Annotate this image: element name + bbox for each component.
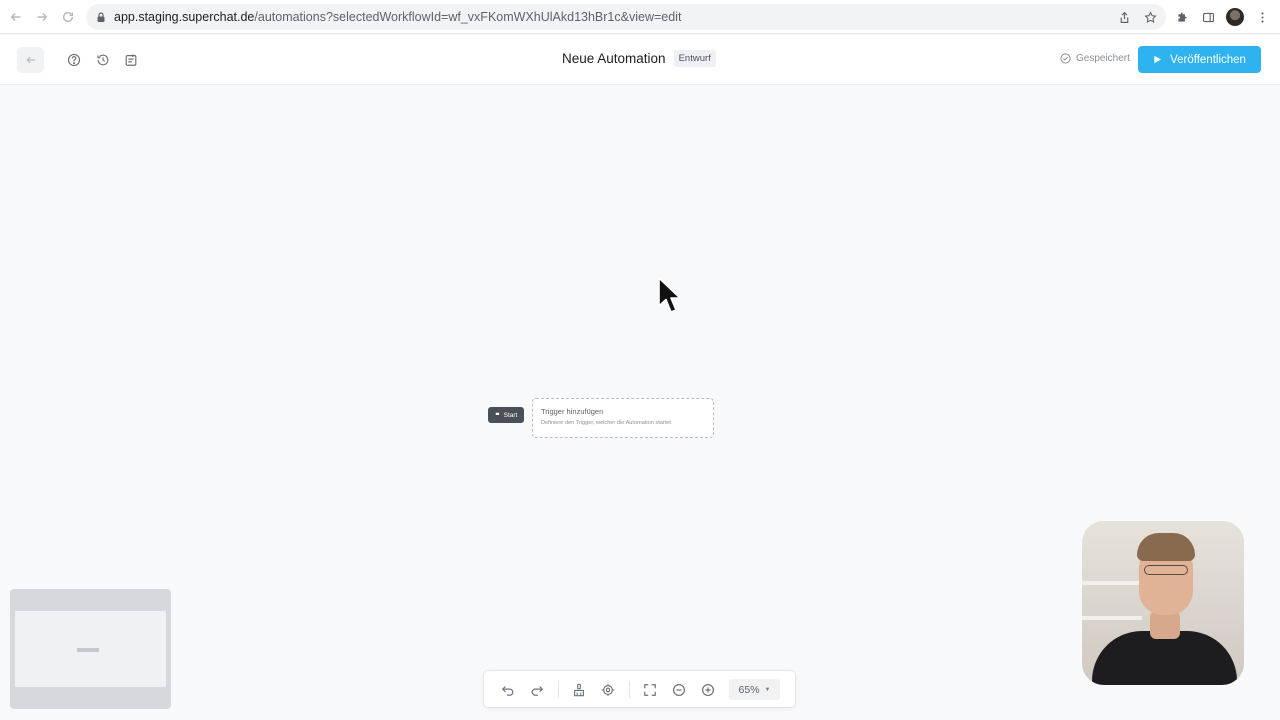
flag-icon <box>495 412 500 418</box>
lock-icon <box>95 11 107 23</box>
share-icon[interactable] <box>1116 9 1132 25</box>
app-header: Neue Automation Entwurf Gespeichert Verö… <box>0 35 1280 85</box>
browser-toolbar: app.staging.superchat.de/automations?sel… <box>0 0 1280 34</box>
url-text: app.staging.superchat.de/automations?sel… <box>114 10 681 24</box>
redo-icon[interactable] <box>529 682 544 697</box>
zoom-level-select[interactable]: 65% ▼ <box>729 679 780 700</box>
toolbar-divider <box>629 681 630 698</box>
browser-back-icon[interactable] <box>3 4 29 30</box>
webcam-shelf <box>1082 581 1142 585</box>
history-icon[interactable] <box>94 51 111 68</box>
center-target-icon[interactable] <box>600 682 615 697</box>
webcam-shelf <box>1082 616 1142 620</box>
undo-icon[interactable] <box>500 682 515 697</box>
minimap[interactable] <box>10 589 171 709</box>
webcam-person-neck <box>1150 611 1180 639</box>
address-bar[interactable]: app.staging.superchat.de/automations?sel… <box>86 4 1166 30</box>
check-circle-icon <box>1060 53 1071 64</box>
profile-avatar[interactable] <box>1226 8 1244 26</box>
browser-reload-icon[interactable] <box>55 4 81 30</box>
start-node[interactable]: Start <box>488 407 524 423</box>
start-node-label: Start <box>503 411 518 419</box>
chevron-down-icon: ▼ <box>764 686 771 693</box>
draft-badge: Entwurf <box>673 50 716 67</box>
minimap-node <box>77 648 99 652</box>
cleanup-brush-icon[interactable] <box>571 682 586 697</box>
extensions-icon[interactable] <box>1174 5 1190 29</box>
publish-button-label: Veröffentlichen <box>1170 53 1246 66</box>
page-title: Neue Automation <box>562 51 666 66</box>
bookmark-star-icon[interactable] <box>1142 9 1158 25</box>
add-trigger-node[interactable]: Trigger hinzufügen Definiere den Trigger… <box>532 398 714 438</box>
saved-status-label: Gespeichert <box>1076 53 1130 64</box>
help-icon[interactable] <box>65 51 82 68</box>
url-path: /automations?selectedWorkflowId=wf_vxFKo… <box>254 10 682 24</box>
arrow-left-icon <box>25 56 35 64</box>
webcam-person-hair <box>1137 533 1195 561</box>
url-host: app.staging.superchat.de <box>114 10 255 24</box>
mouse-cursor-icon <box>658 277 681 313</box>
canvas-toolbar: 65% ▼ <box>483 670 796 708</box>
trigger-description: Definiere den Trigger, welcher die Autom… <box>541 420 671 426</box>
back-button[interactable] <box>17 47 44 73</box>
notes-icon[interactable] <box>122 51 139 68</box>
play-icon <box>1154 55 1162 64</box>
side-panel-icon[interactable] <box>1200 5 1216 29</box>
saved-status: Gespeichert <box>1060 53 1130 64</box>
webcam-person-glasses <box>1144 565 1188 575</box>
zoom-level-value: 65% <box>738 683 760 696</box>
zoom-out-icon[interactable] <box>671 682 686 697</box>
browser-menu-icon[interactable] <box>1254 5 1270 29</box>
fit-view-icon[interactable] <box>642 682 657 697</box>
trigger-title: Trigger hinzufügen <box>541 407 604 416</box>
toolbar-divider <box>558 681 559 698</box>
browser-forward-icon[interactable] <box>29 4 55 30</box>
webcam-overlay <box>1082 521 1244 685</box>
publish-button[interactable]: Veröffentlichen <box>1138 46 1261 73</box>
webcam-person-shirt <box>1092 631 1237 685</box>
zoom-in-icon[interactable] <box>700 682 715 697</box>
